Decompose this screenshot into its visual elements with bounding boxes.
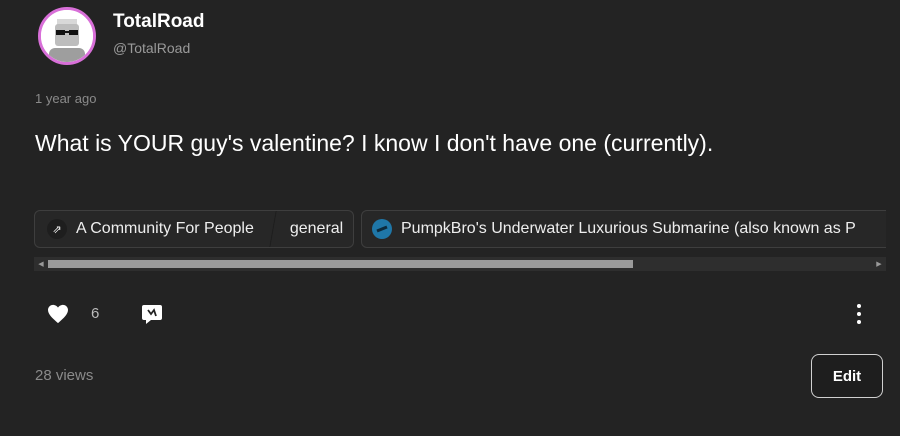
community-chip-name: A Community For People [76, 220, 254, 237]
community-chip-a-community-for-people[interactable]: ⇗ A Community For People general [34, 210, 354, 248]
post-timestamp: 1 year ago [35, 91, 97, 106]
author-avatar[interactable] [38, 7, 96, 65]
chip-divider [267, 211, 278, 247]
view-count: 28 views [35, 367, 94, 384]
author-display-name[interactable]: TotalRoad [113, 11, 204, 33]
sunglasses-avatar-icon [41, 10, 93, 62]
submarine-icon [372, 219, 392, 239]
heart-icon[interactable] [47, 304, 69, 324]
author-handle[interactable]: @TotalRoad [113, 40, 190, 56]
community-chip-pumpkbro-submarine[interactable]: PumpkBro's Underwater Luxurious Submarin… [361, 210, 886, 248]
post-body: What is YOUR guy's valentine? I know I d… [35, 130, 714, 156]
scroll-right-arrow-icon[interactable]: ▶ [872, 257, 886, 271]
community-icon: ⇗ [47, 219, 67, 239]
chips-scrollbar[interactable]: ◀ ▶ [34, 257, 886, 271]
community-chips: ⇗ A Community For People general PumpkBr… [34, 210, 886, 250]
scrollbar-thumb[interactable] [48, 260, 633, 268]
edit-button[interactable]: Edit [811, 354, 883, 398]
more-options-icon[interactable] [850, 302, 868, 326]
community-chip-name: PumpkBro's Underwater Luxurious Submarin… [401, 220, 856, 237]
reply-bubble-icon[interactable] [141, 303, 163, 325]
scroll-left-arrow-icon[interactable]: ◀ [34, 257, 48, 271]
community-chip-channel: general [289, 220, 344, 237]
like-count: 6 [91, 305, 100, 322]
